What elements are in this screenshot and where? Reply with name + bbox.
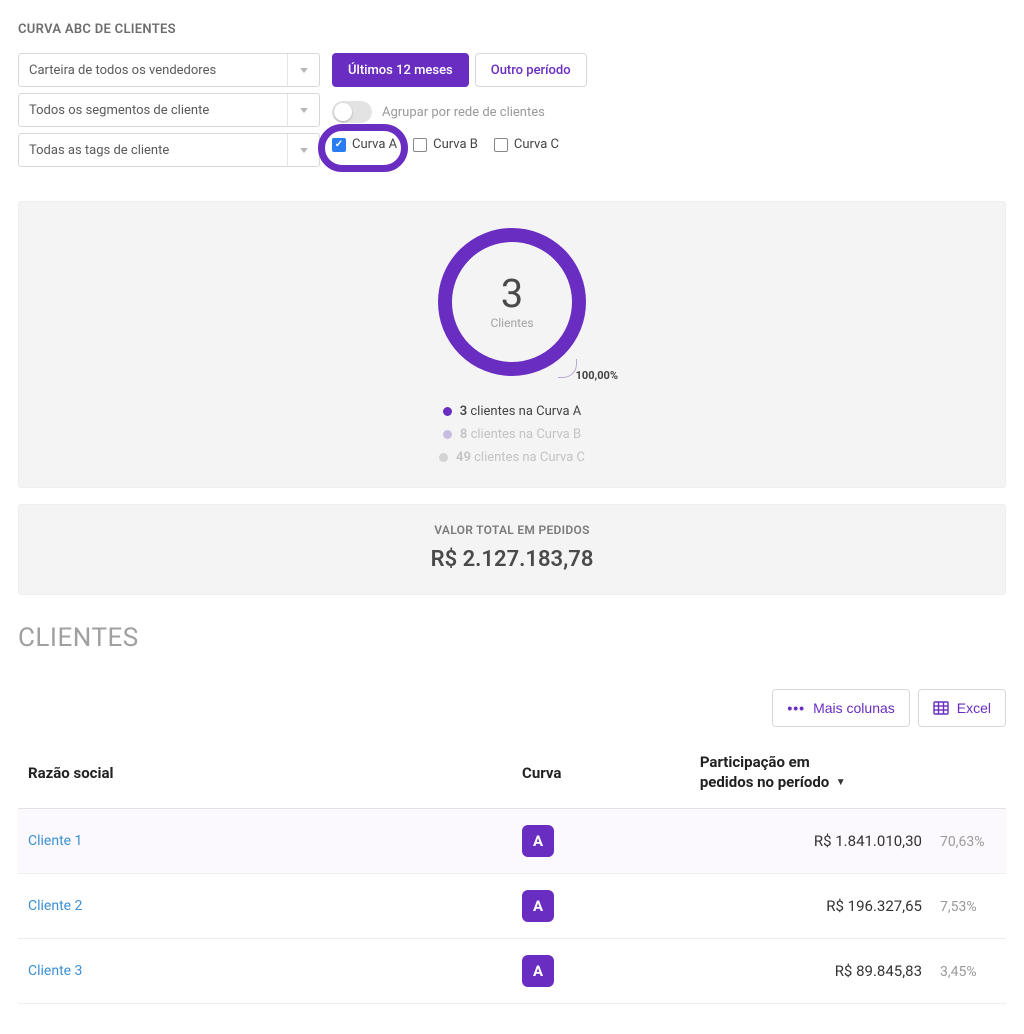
curve-a-checkbox[interactable]: Curva A	[332, 137, 397, 152]
wallet-select-label: Carteira de todos os vendedores	[19, 63, 287, 78]
col-header-curve[interactable]: Curva	[512, 741, 690, 809]
donut-slice-percent: 100,00%	[576, 369, 618, 382]
legend-dot-icon	[443, 430, 452, 439]
donut-chart: 3 Clientes 100,00%	[438, 228, 586, 376]
checkbox-icon	[332, 138, 346, 152]
period-last-12-months-button[interactable]: Últimos 12 meses	[332, 53, 469, 87]
filters-area: Carteira de todos os vendedores Todos os…	[18, 53, 1006, 167]
chevron-down-icon	[287, 94, 319, 126]
legend-row-b: 8 clientes na Curva B	[443, 427, 581, 442]
export-excel-button[interactable]: Excel	[918, 689, 1006, 727]
period-buttons: Últimos 12 meses Outro período	[332, 53, 587, 87]
client-link[interactable]: Cliente 3	[28, 963, 82, 979]
group-by-network-toggle[interactable]	[332, 101, 372, 123]
export-excel-label: Excel	[957, 700, 991, 716]
col-header-participation[interactable]: Participação em pedidos no período ▼	[690, 741, 1006, 809]
donut-center-value: 3	[501, 274, 523, 314]
curve-c-checkbox[interactable]: Curva C	[494, 137, 559, 152]
more-columns-button[interactable]: ••• Mais colunas	[772, 689, 909, 727]
wallet-select[interactable]: Carteira de todos os vendedores	[18, 53, 320, 87]
chevron-down-icon	[287, 54, 319, 86]
legend-row-c: 49 clientes na Curva C	[439, 450, 585, 465]
more-icon: •••	[787, 700, 805, 716]
total-orders-panel: VALOR TOTAL EM PEDIDOS R$ 2.127.183,78	[18, 504, 1006, 595]
group-by-network-label: Agrupar por rede de clientes	[382, 105, 545, 120]
chevron-down-icon	[287, 134, 319, 166]
row-amount: R$ 196.327,65	[826, 897, 922, 915]
chart-legend: 3 clientes na Curva A 8 clientes na Curv…	[439, 404, 585, 465]
curve-checkboxes: Curva A Curva B Curva C	[332, 137, 587, 152]
curve-badge: A	[522, 955, 554, 987]
client-link[interactable]: Cliente 2	[28, 898, 82, 914]
tags-select-label: Todas as tags de cliente	[19, 143, 287, 158]
tags-select[interactable]: Todas as tags de cliente	[18, 133, 320, 167]
checkbox-icon	[413, 138, 427, 152]
sort-desc-icon: ▼	[833, 777, 845, 788]
curve-badge: A	[522, 825, 554, 857]
col-header-name[interactable]: Razão social	[18, 741, 512, 809]
table-icon	[933, 700, 949, 716]
curve-a-label: Curva A	[352, 137, 397, 152]
donut-center-label: Clientes	[490, 316, 533, 330]
curve-b-checkbox[interactable]: Curva B	[413, 137, 478, 152]
table-row: Cliente 2 A R$ 196.327,65 7,53%	[18, 874, 1006, 939]
client-link[interactable]: Cliente 1	[28, 833, 82, 849]
row-percent: 3,45%	[940, 964, 996, 980]
total-value: R$ 2.127.183,78	[19, 547, 1005, 572]
row-percent: 7,53%	[940, 899, 996, 915]
checkbox-icon	[494, 138, 508, 152]
curve-b-label: Curva B	[433, 137, 478, 152]
curve-badge: A	[522, 890, 554, 922]
table-row: Cliente 3 A R$ 89.845,83 3,45%	[18, 939, 1006, 1004]
chart-panel: 3 Clientes 100,00% 3 clientes na Curva A…	[18, 201, 1006, 488]
clients-table: Razão social Curva Participação em pedid…	[18, 741, 1006, 1004]
legend-dot-icon	[439, 453, 448, 462]
total-label: VALOR TOTAL EM PEDIDOS	[19, 523, 1005, 537]
row-amount: R$ 1.841.010,30	[814, 832, 922, 850]
more-columns-label: Mais colunas	[813, 700, 895, 716]
row-percent: 70,63%	[940, 834, 996, 850]
legend-dot-icon	[443, 407, 452, 416]
page-title: CURVA ABC DE CLIENTES	[18, 22, 1006, 37]
period-other-button[interactable]: Outro período	[475, 53, 587, 87]
segment-select-label: Todos os segmentos de cliente	[19, 103, 287, 118]
curve-c-label: Curva C	[514, 137, 559, 152]
table-row: Cliente 1 A R$ 1.841.010,30 70,63%	[18, 809, 1006, 874]
segment-select[interactable]: Todos os segmentos de cliente	[18, 93, 320, 127]
row-amount: R$ 89.845,83	[835, 962, 922, 980]
clients-section-title: CLIENTES	[18, 623, 1006, 653]
legend-row-a: 3 clientes na Curva A	[443, 404, 582, 419]
